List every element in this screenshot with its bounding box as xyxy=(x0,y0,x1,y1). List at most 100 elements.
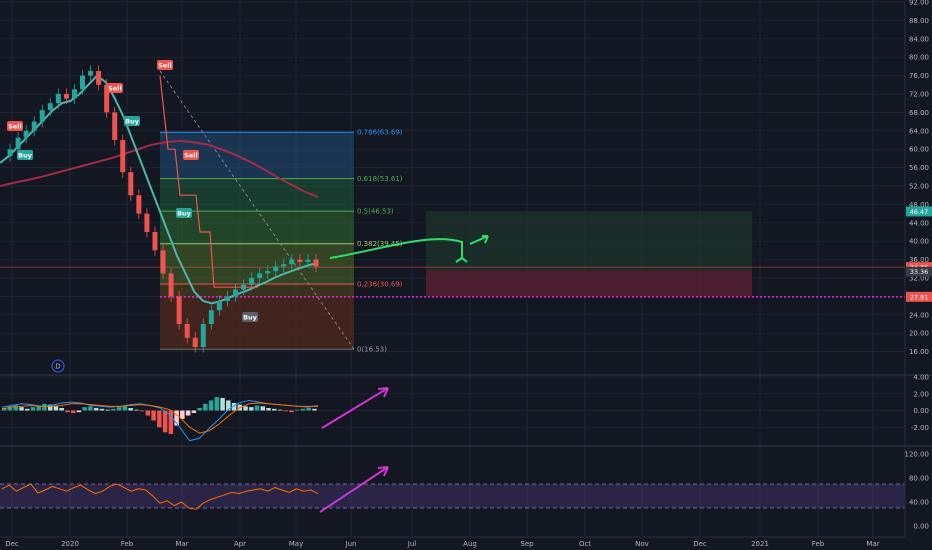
candle-body xyxy=(297,259,303,262)
time-tick-label: May xyxy=(289,540,303,548)
candle-body xyxy=(160,250,166,274)
time-tick-label: 2021 xyxy=(751,540,769,548)
fib-zone xyxy=(160,243,354,285)
candle-body xyxy=(184,324,190,338)
macd-histogram-bar xyxy=(145,410,151,416)
price-tick-label: 68.00 xyxy=(909,109,929,117)
price-tick-label: 88.00 xyxy=(909,17,929,25)
candle-body xyxy=(208,310,214,324)
fib-zone-low xyxy=(160,296,354,350)
fib-level-label: 0.786(63.69) xyxy=(357,129,403,137)
macd-histogram-bar xyxy=(243,406,248,411)
macd-tick-label: 0.00 xyxy=(913,407,929,415)
price-tick-label: 72.00 xyxy=(909,91,929,99)
macd-histogram-bar xyxy=(220,397,225,411)
fib-level-label: 0.5(46.53) xyxy=(357,208,394,216)
time-tick-label: Feb xyxy=(812,540,825,548)
candle-body xyxy=(289,259,295,265)
candle-body xyxy=(120,140,126,173)
time-tick-label: 2020 xyxy=(61,540,79,548)
candle-body xyxy=(257,273,263,278)
price-tick-label: 56.00 xyxy=(909,164,929,172)
candle-body xyxy=(71,89,77,99)
macd-histogram-bar xyxy=(116,407,122,411)
price-label-text: 33.36 xyxy=(910,268,929,276)
macd-histogram-bar xyxy=(249,407,254,411)
candle-body xyxy=(39,110,45,122)
signal-label: Sell xyxy=(158,62,172,70)
macd-histogram-bar xyxy=(42,403,47,411)
macd-histogram-bar xyxy=(111,408,116,411)
time-tick-label: Dec xyxy=(693,540,707,548)
price-tick-label: 20.00 xyxy=(909,330,929,338)
time-tick-label: Apr xyxy=(234,540,246,548)
candle-body xyxy=(152,232,158,251)
price-tick-label: 16.00 xyxy=(909,348,929,356)
macd-histogram-bar xyxy=(151,410,156,421)
price-tick-label: 84.00 xyxy=(909,35,929,43)
time-tick-label: Sep xyxy=(520,540,534,548)
candle-body xyxy=(176,296,182,324)
macd-histogram-bar xyxy=(157,410,162,428)
fib-level-label: 0.618(53.61) xyxy=(357,175,403,183)
position-stop-zone[interactable] xyxy=(426,270,752,297)
signal-label: Buy xyxy=(177,210,192,218)
time-tick-label: Jul xyxy=(407,540,417,548)
candle-body xyxy=(15,137,21,150)
candle-body xyxy=(63,94,69,99)
signal-label: Sell xyxy=(108,85,122,93)
macd-histogram-bar xyxy=(197,407,202,411)
macd-histogram-bar xyxy=(128,407,133,411)
macd-histogram-bar xyxy=(260,406,266,411)
macd-histogram-bar xyxy=(99,408,105,411)
signal-label: Buy xyxy=(18,152,33,160)
macd-histogram-bar xyxy=(272,408,277,411)
candle-body xyxy=(200,324,206,347)
candle-body xyxy=(224,296,230,301)
macd-histogram-bar xyxy=(185,410,191,416)
rsi-tick-label: 40.00 xyxy=(909,499,929,507)
chart-canvas[interactable]: 0.786(63.69)0.618(53.61)0.5(46.53)0.382(… xyxy=(0,0,932,550)
macd-histogram-bar xyxy=(214,397,220,411)
rsi-tick-label: 120.00 xyxy=(905,451,930,459)
time-tick-label: Aug xyxy=(463,540,477,548)
macd-histogram-bar xyxy=(53,406,59,411)
macd-histogram-bar xyxy=(82,407,87,411)
candle-body xyxy=(216,301,222,311)
macd-histogram-bar xyxy=(19,407,24,411)
macd-histogram-bar xyxy=(105,409,110,411)
position-target-zone[interactable] xyxy=(426,211,752,271)
signal-label: Buy xyxy=(125,118,140,126)
macd-histogram-bar xyxy=(65,410,70,413)
macd-histogram-bar xyxy=(70,410,76,414)
macd-histogram-bar xyxy=(266,407,271,411)
event-marker-label: D xyxy=(55,363,60,371)
candle-body xyxy=(96,71,102,85)
rsi-tick-label: 80.00 xyxy=(909,475,929,483)
fib-level-label: 0.236(30.69) xyxy=(357,281,403,289)
time-tick-label: Mar xyxy=(866,540,879,548)
candle-body xyxy=(31,121,37,131)
time-tick-label: Jun xyxy=(345,540,357,548)
time-tick-label: Feb xyxy=(121,540,134,548)
macd-histogram-bar xyxy=(289,410,294,413)
candle-body xyxy=(136,195,142,214)
chart-window[interactable]: 0.786(63.69) 0.618(53.61) 0.5(46.53) 0.382(… xyxy=(0,0,932,550)
macd-histogram-bar xyxy=(191,410,197,414)
price-tick-label: 24.00 xyxy=(909,311,929,319)
candle-body xyxy=(273,266,279,272)
macd-histogram-bar xyxy=(306,407,312,411)
price-tick-label: 76.00 xyxy=(909,72,929,80)
candle-body xyxy=(168,273,174,297)
candle-body xyxy=(144,213,150,232)
macd-histogram-bar xyxy=(93,407,99,411)
macd-histogram-bar xyxy=(59,407,64,411)
macd-histogram-bar xyxy=(24,408,30,411)
candle-body xyxy=(88,71,94,76)
price-tick-label: 64.00 xyxy=(909,127,929,135)
macd-tick-label: -2.00 xyxy=(911,424,929,432)
rsi-band xyxy=(0,484,905,508)
macd-histogram-bar xyxy=(283,410,289,412)
macd-histogram-bar xyxy=(122,406,128,411)
candle-body xyxy=(241,284,247,290)
